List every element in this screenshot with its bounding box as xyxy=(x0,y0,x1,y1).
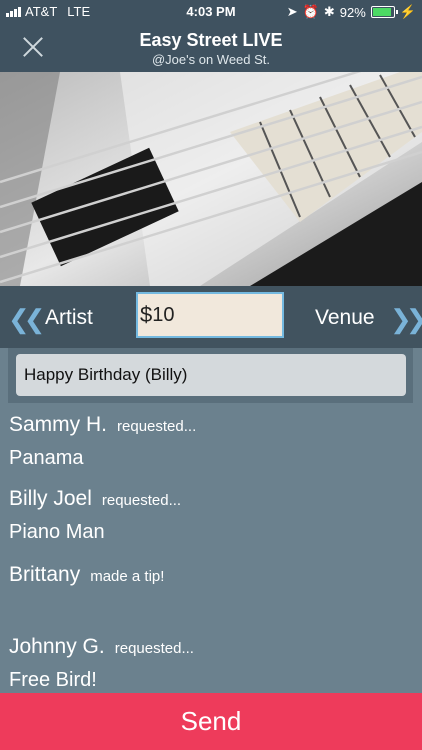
list-item: Brittany made a tip! xyxy=(9,563,164,587)
chevron-right-icon[interactable]: ❯❯ xyxy=(390,304,422,335)
send-button[interactable]: Send xyxy=(0,693,422,750)
bass-guitar-image xyxy=(0,72,422,286)
page-subtitle: @Joe's on Weed St. xyxy=(151,52,271,67)
feed-action: requested... xyxy=(101,492,182,509)
tip-amount-input[interactable] xyxy=(152,303,273,327)
feed-song: Panama xyxy=(9,447,84,469)
bluetooth-icon: ✱ xyxy=(323,4,335,19)
currency-symbol: $ xyxy=(140,302,153,327)
artist-button[interactable]: Artist xyxy=(45,306,93,330)
page-title: Easy Street LIVE xyxy=(139,30,283,50)
feed-name: Brittany xyxy=(9,563,81,586)
location-icon: ➤ xyxy=(286,4,298,19)
header-photo xyxy=(0,72,422,286)
charging-icon: ⚡ xyxy=(399,4,416,19)
feed-song: Piano Man xyxy=(9,521,105,543)
feed-name: Billy Joel xyxy=(9,487,92,510)
battery-percent: 92% xyxy=(339,4,366,20)
battery-icon xyxy=(370,6,398,18)
list-item: Johnny G. requested... Free Bird! xyxy=(9,635,194,692)
header: Easy Street LIVE @Joe's on Weed St. xyxy=(0,24,422,72)
feed-action: made a tip! xyxy=(90,568,165,585)
feed-name: Johnny G. xyxy=(9,635,105,658)
alarm-icon: ⏰ xyxy=(302,4,319,19)
list-item: Sammy H. requested... Panama xyxy=(9,413,196,470)
venue-button[interactable]: Venue xyxy=(315,306,375,330)
chevron-left-icon[interactable]: ❮❮ xyxy=(8,304,45,335)
tip-controls: ❮❮ Artist $ Venue ❯❯ xyxy=(0,286,422,348)
list-item: Billy Joel requested... Piano Man xyxy=(9,487,181,544)
feed-name: Sammy H. xyxy=(9,413,108,436)
message-input[interactable] xyxy=(16,354,406,396)
tip-amount-field[interactable]: $ xyxy=(136,292,284,338)
feed-song: Free Bird! xyxy=(9,669,97,691)
feed-action: requested... xyxy=(114,640,194,657)
message-area xyxy=(8,348,413,403)
feed-action: requested... xyxy=(117,418,197,435)
activity-feed: Sammy H. requested... Panama Billy Joel re… xyxy=(0,403,422,693)
status-bar: AT&T LTE 4:03 PM ➤ ⏰ ✱ 92% ⚡ xyxy=(0,0,422,24)
